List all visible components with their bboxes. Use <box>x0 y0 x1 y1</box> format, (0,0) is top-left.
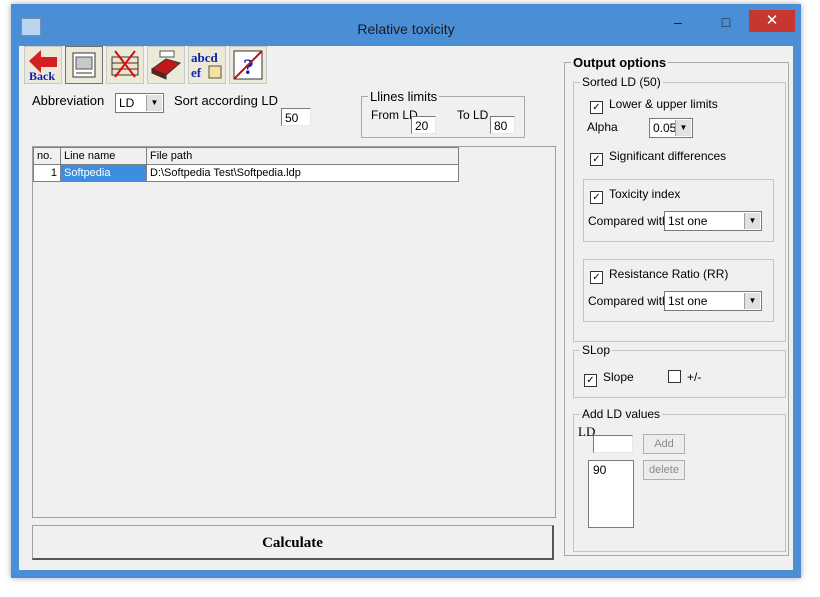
row-no: 1 <box>33 164 61 182</box>
column-no[interactable]: no. <box>33 147 61 165</box>
check-icon: ✓ <box>584 374 597 387</box>
lines-grid[interactable]: no. Line name File path 1 Softpedia D:\S… <box>32 146 556 518</box>
list-item[interactable]: 90 <box>589 461 633 479</box>
column-file-path[interactable]: File path <box>146 147 459 165</box>
abbreviations-button[interactable]: abcd ef <box>188 46 226 84</box>
toxicity-label: Toxicity index <box>609 187 681 201</box>
to-ld-input[interactable]: 80 <box>490 116 515 134</box>
abbreviations-icon: abcd ef <box>191 50 222 80</box>
slop-title: SLop <box>580 343 613 357</box>
slope-checkbox[interactable]: ✓ Slope <box>584 370 634 387</box>
plusminus-label: +/- <box>687 370 702 384</box>
table-row[interactable]: 1 Softpedia D:\Softpedia Test\Softpedia.… <box>33 164 459 182</box>
sorted-ld-title: Sorted LD (50) <box>580 75 663 89</box>
title-bar[interactable]: Relative toxicity – □ ✕ <box>11 4 801 46</box>
limits-title: Llines limits <box>368 89 440 104</box>
ld-values-list[interactable]: 90 <box>588 460 634 528</box>
rr-checkbox[interactable]: ✓ Resistance Ratio (RR) <box>590 267 728 284</box>
back-button[interactable]: Back <box>24 46 62 84</box>
toxicity-compared-select[interactable]: 1st one ▼ <box>664 211 762 231</box>
calculate-button[interactable]: Calculate <box>32 525 554 560</box>
maximize-button[interactable]: □ <box>713 12 739 32</box>
significant-label: Significant differences <box>609 149 727 163</box>
app-window: Relative toxicity – □ ✕ Back abcd ef ? A… <box>11 4 801 578</box>
slop-group: SLop ✓ Slope +/- <box>573 343 786 398</box>
abbreviation-value: LD <box>119 96 135 110</box>
back-icon: Back <box>29 50 57 83</box>
abbreviation-select[interactable]: LD ▼ <box>115 93 164 113</box>
check-icon: ✓ <box>590 191 603 204</box>
to-ld-label: To LD <box>457 108 489 122</box>
delete-button[interactable]: delete <box>643 460 685 480</box>
chevron-down-icon[interactable]: ▼ <box>675 120 691 136</box>
delete-rows-button[interactable] <box>106 46 144 84</box>
row-line-name[interactable]: Softpedia <box>60 164 147 182</box>
eraser-button[interactable] <box>147 46 185 84</box>
lower-upper-checkbox[interactable]: ✓ Lower & upper limits <box>590 97 718 114</box>
lower-upper-label: Lower & upper limits <box>609 97 718 111</box>
sorted-ld-group: Sorted LD (50) ✓ Lower & upper limits Alp… <box>573 75 786 342</box>
help-button[interactable]: ? <box>229 46 267 84</box>
check-icon: ✓ <box>590 101 603 114</box>
column-line-name[interactable]: Line name <box>60 147 147 165</box>
significant-checkbox[interactable]: ✓ Significant differences <box>590 149 726 166</box>
ld-value-input[interactable] <box>593 435 633 453</box>
plusminus-checkbox[interactable]: +/- <box>668 370 701 384</box>
alpha-label: Alpha <box>587 120 618 134</box>
check-icon: ✓ <box>590 153 603 166</box>
eraser-icon <box>150 50 182 80</box>
report-icon <box>72 52 96 78</box>
output-options-title: Output options <box>571 55 669 70</box>
check-icon: ✓ <box>590 271 603 284</box>
svg-text:ef: ef <box>191 65 202 80</box>
delete-rows-icon <box>111 50 139 78</box>
client-area: Back abcd ef ? Abbreviation LD ▼ Sort ac… <box>19 46 793 570</box>
svg-text:?: ? <box>243 54 254 79</box>
toxicity-group: ✓ Toxicity index Compared with 1st one ▼ <box>583 179 774 242</box>
output-options-group: Output options Sorted LD (50) ✓ Lower & u… <box>564 55 789 556</box>
sort-label: Sort according LD <box>174 93 279 108</box>
from-ld-input[interactable]: 20 <box>411 116 436 134</box>
limits-group: Llines limits From LD 20 To LD 80 <box>361 89 525 138</box>
help-icon: ? <box>233 50 263 80</box>
close-button[interactable]: ✕ <box>749 10 795 32</box>
toxicity-checkbox[interactable]: ✓ Toxicity index <box>590 187 680 204</box>
add-ld-group: Add LD values LD Add delete 90 <box>573 407 786 552</box>
add-button[interactable]: Add <box>643 434 685 454</box>
rr-group: ✓ Resistance Ratio (RR) Compared with 1st… <box>583 259 774 322</box>
svg-text:Back: Back <box>29 69 55 83</box>
toxicity-compared-label: Compared with <box>588 214 669 228</box>
minimize-button[interactable]: – <box>665 12 691 32</box>
svg-text:abcd: abcd <box>191 50 219 65</box>
toxicity-compared-value: 1st one <box>668 214 708 228</box>
abbreviation-label: Abbreviation <box>32 93 105 108</box>
rr-compared-value: 1st one <box>668 294 708 308</box>
rr-compared-select[interactable]: 1st one ▼ <box>664 291 762 311</box>
chevron-down-icon[interactable]: ▼ <box>744 213 760 229</box>
rr-label: Resistance Ratio (RR) <box>609 267 729 281</box>
alpha-select[interactable]: 0.05 ▼ <box>649 118 693 138</box>
add-ld-title: Add LD values <box>580 407 663 421</box>
rr-compared-label: Compared with <box>588 294 669 308</box>
sort-ld-input[interactable]: 50 <box>281 108 311 126</box>
row-file-path[interactable]: D:\Softpedia Test\Softpedia.ldp <box>146 164 459 182</box>
lines-table: no. Line name File path 1 Softpedia D:\S… <box>33 147 459 182</box>
alpha-value: 0.05 <box>653 121 677 135</box>
chevron-down-icon[interactable]: ▼ <box>744 293 760 309</box>
slope-label: Slope <box>603 370 634 384</box>
chevron-down-icon[interactable]: ▼ <box>146 95 162 111</box>
report-button[interactable] <box>65 46 103 84</box>
table-header: no. Line name File path <box>33 147 459 165</box>
